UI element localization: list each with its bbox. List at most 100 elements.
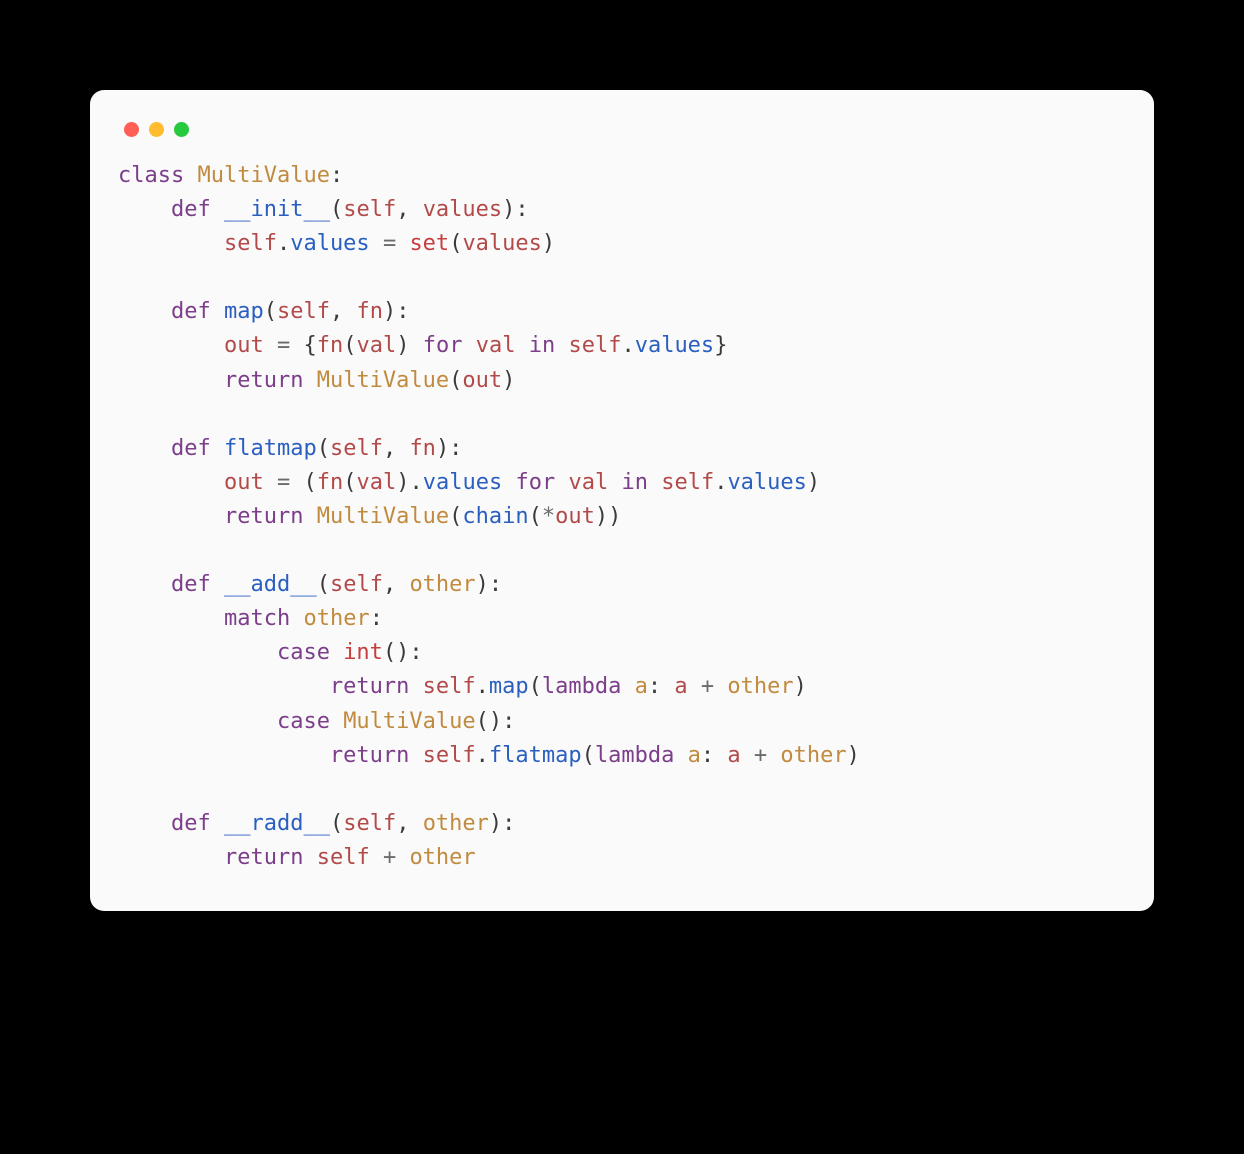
token-fn: __radd__	[224, 811, 330, 836]
token-prm: self	[343, 811, 396, 836]
token-kw: case	[277, 640, 330, 665]
token-kw: return	[224, 845, 303, 870]
token-pn: ,	[396, 197, 409, 222]
token-cls: MultiValue	[317, 368, 449, 393]
token-prm: self	[343, 197, 396, 222]
zoom-icon[interactable]	[174, 122, 189, 137]
token-pn: (	[449, 504, 462, 529]
token-pn: (	[330, 197, 343, 222]
code-block: class MultiValue: def __init__(self, val…	[118, 159, 1126, 875]
code-window: class MultiValue: def __init__(self, val…	[90, 90, 1154, 911]
token-prm: fn	[409, 436, 436, 461]
token-pn: )	[847, 743, 860, 768]
close-icon[interactable]	[124, 122, 139, 137]
token-pn: ):	[502, 197, 529, 222]
token-op: +	[383, 845, 396, 870]
token-cls: a	[635, 674, 648, 699]
token-pn: (	[529, 504, 542, 529]
token-pn: (	[343, 333, 356, 358]
token-bi: int	[343, 640, 383, 665]
token-kw: in	[621, 470, 648, 495]
token-fn: map	[224, 299, 264, 324]
token-cls: other	[409, 572, 475, 597]
token-prm: out	[224, 470, 264, 495]
token-kw: return	[224, 368, 303, 393]
token-cls: MultiValue	[343, 709, 475, 734]
token-prm: self	[330, 572, 383, 597]
token-kw: class	[118, 163, 184, 188]
token-pn: (	[449, 368, 462, 393]
token-fn: values	[727, 470, 806, 495]
token-pn: :	[701, 743, 714, 768]
token-prm: a	[727, 743, 740, 768]
token-prm: val	[568, 470, 608, 495]
token-op: =	[383, 231, 396, 256]
token-prm: val	[476, 333, 516, 358]
token-prm: self	[423, 743, 476, 768]
token-bi: set	[409, 231, 449, 256]
token-fn: values	[423, 470, 502, 495]
token-pn: (	[343, 470, 356, 495]
token-pn: .	[277, 231, 290, 256]
token-pn: {	[303, 333, 316, 358]
token-pn: .	[714, 470, 727, 495]
token-fn: values	[290, 231, 369, 256]
token-pn: (	[303, 470, 316, 495]
token-prm: values	[423, 197, 502, 222]
token-pn: ):	[436, 436, 463, 461]
token-kw: in	[529, 333, 556, 358]
token-op: *	[542, 504, 555, 529]
token-pn: (	[582, 743, 595, 768]
page-wrap: class MultiValue: def __init__(self, val…	[0, 0, 1244, 1001]
window-titlebar	[118, 114, 1126, 159]
token-kw: lambda	[542, 674, 621, 699]
token-fn: __add__	[224, 572, 317, 597]
token-pn: )	[794, 674, 807, 699]
token-fn: flatmap	[224, 436, 317, 461]
token-cls: other	[780, 743, 846, 768]
token-pn: (	[317, 572, 330, 597]
token-prm: out	[462, 368, 502, 393]
token-pn: }	[714, 333, 727, 358]
token-fn: __init__	[224, 197, 330, 222]
token-cls: a	[688, 743, 701, 768]
token-pn: .	[476, 674, 489, 699]
token-kw: match	[224, 606, 290, 631]
token-pn: .	[476, 743, 489, 768]
token-pn: ():	[476, 709, 516, 734]
token-prm: a	[674, 674, 687, 699]
token-prm: fn	[317, 470, 344, 495]
token-op: +	[701, 674, 714, 699]
minimize-icon[interactable]	[149, 122, 164, 137]
token-pn: ):	[476, 572, 503, 597]
token-kw: def	[171, 299, 211, 324]
token-pn: ():	[383, 640, 423, 665]
token-prm: val	[356, 470, 396, 495]
token-op: =	[277, 470, 290, 495]
token-kw: case	[277, 709, 330, 734]
token-cls: other	[727, 674, 793, 699]
token-prm: self	[277, 299, 330, 324]
token-kw: return	[330, 743, 409, 768]
token-pn: (	[264, 299, 277, 324]
token-kw: for	[423, 333, 463, 358]
token-op: =	[277, 333, 290, 358]
token-prm: self	[224, 231, 277, 256]
token-pn: )	[502, 368, 515, 393]
token-cls: MultiValue	[317, 504, 449, 529]
token-fn: chain	[462, 504, 528, 529]
token-kw: lambda	[595, 743, 674, 768]
token-kw: for	[515, 470, 555, 495]
token-prm: self	[661, 470, 714, 495]
token-kw: return	[224, 504, 303, 529]
token-pn: ,	[396, 811, 409, 836]
token-pn: ,	[383, 572, 396, 597]
token-kw: def	[171, 197, 211, 222]
token-kw: def	[171, 436, 211, 461]
token-prm: out	[555, 504, 595, 529]
token-pn: ,	[383, 436, 396, 461]
token-fn: values	[635, 333, 714, 358]
token-pn: )	[396, 333, 409, 358]
token-pn: (	[449, 231, 462, 256]
token-prm: fn	[356, 299, 383, 324]
